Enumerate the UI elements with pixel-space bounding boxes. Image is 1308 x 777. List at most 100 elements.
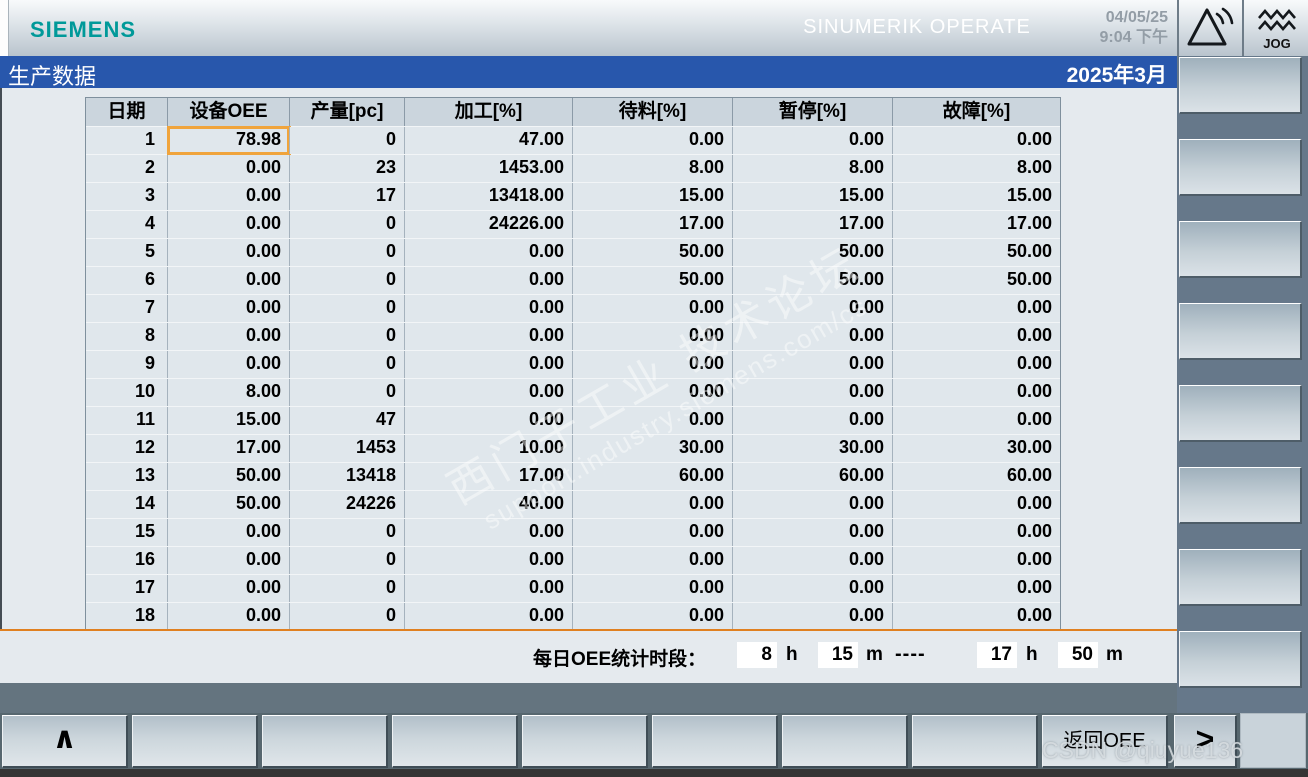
value-cell[interactable]: 0.00 [733, 379, 893, 406]
value-cell[interactable]: 1453 [290, 435, 405, 462]
value-cell[interactable]: 15.00 [168, 407, 290, 434]
value-cell[interactable]: 0.00 [168, 519, 290, 546]
to-minute-input[interactable]: 50 [1058, 642, 1098, 668]
value-cell[interactable]: 0.00 [893, 519, 1060, 546]
value-cell[interactable]: 0.00 [405, 519, 573, 546]
value-cell[interactable]: 0.00 [573, 407, 733, 434]
value-cell[interactable]: 0.00 [405, 267, 573, 294]
value-cell[interactable]: 0.00 [573, 547, 733, 574]
value-cell[interactable]: 0 [290, 323, 405, 350]
right-softkey-8[interactable] [1179, 631, 1302, 688]
value-cell[interactable]: 0.00 [733, 295, 893, 322]
right-softkey-1[interactable] [1179, 57, 1302, 114]
value-cell[interactable]: 50.00 [733, 267, 893, 294]
value-cell[interactable]: 0.00 [405, 575, 573, 602]
value-cell[interactable]: 0.00 [893, 491, 1060, 518]
value-cell[interactable]: 60.00 [573, 463, 733, 490]
value-cell[interactable]: 0.00 [893, 323, 1060, 350]
value-cell[interactable]: 0.00 [573, 379, 733, 406]
value-cell[interactable]: 0.00 [573, 575, 733, 602]
value-cell[interactable]: 0.00 [733, 127, 893, 154]
value-cell[interactable]: 0.00 [405, 351, 573, 378]
menu-extend-softkey[interactable]: > [1174, 715, 1237, 768]
value-cell[interactable]: 0.00 [733, 323, 893, 350]
value-cell[interactable]: 78.98 [168, 127, 290, 154]
value-cell[interactable]: 30.00 [733, 435, 893, 462]
value-cell[interactable]: 60.00 [893, 463, 1060, 490]
value-cell[interactable]: 0.00 [733, 575, 893, 602]
value-cell[interactable]: 30.00 [573, 435, 733, 462]
value-cell[interactable]: 0.00 [168, 547, 290, 574]
value-cell[interactable]: 8.00 [733, 155, 893, 182]
value-cell[interactable]: 50.00 [168, 491, 290, 518]
value-cell[interactable]: 0.00 [405, 379, 573, 406]
right-softkey-3[interactable] [1179, 221, 1302, 278]
value-cell[interactable]: 0.00 [573, 323, 733, 350]
value-cell[interactable]: 8.00 [573, 155, 733, 182]
value-cell[interactable]: 0.00 [405, 323, 573, 350]
value-cell[interactable]: 50.00 [573, 239, 733, 266]
value-cell[interactable]: 0.00 [168, 155, 290, 182]
value-cell[interactable]: 0.00 [168, 183, 290, 210]
value-cell[interactable]: 0.00 [168, 211, 290, 238]
value-cell[interactable]: 15.00 [893, 183, 1060, 210]
value-cell[interactable]: 0 [290, 211, 405, 238]
right-softkey-7[interactable] [1179, 549, 1302, 606]
value-cell[interactable]: 0 [290, 603, 405, 630]
value-cell[interactable]: 0.00 [168, 323, 290, 350]
value-cell[interactable]: 17 [290, 183, 405, 210]
softkey-empty-6[interactable] [782, 715, 908, 768]
value-cell[interactable]: 10.00 [405, 435, 573, 462]
from-hour-input[interactable]: 8 [737, 642, 777, 668]
value-cell[interactable]: 0 [290, 295, 405, 322]
value-cell[interactable]: 0.00 [168, 603, 290, 630]
value-cell[interactable]: 17.00 [893, 211, 1060, 238]
value-cell[interactable]: 50.00 [573, 267, 733, 294]
value-cell[interactable]: 0.00 [168, 267, 290, 294]
value-cell[interactable]: 0.00 [893, 295, 1060, 322]
value-cell[interactable]: 24226.00 [405, 211, 573, 238]
value-cell[interactable]: 0.00 [893, 351, 1060, 378]
value-cell[interactable]: 17.00 [733, 211, 893, 238]
value-cell[interactable]: 50.00 [893, 267, 1060, 294]
value-cell[interactable]: 47.00 [405, 127, 573, 154]
value-cell[interactable]: 0.00 [733, 603, 893, 630]
alarm-acknowledge-key[interactable] [1177, 0, 1242, 56]
right-softkey-5[interactable] [1179, 385, 1302, 442]
value-cell[interactable]: 17.00 [405, 463, 573, 490]
value-cell[interactable]: 8.00 [168, 379, 290, 406]
menu-back-softkey[interactable]: ∧ [2, 715, 128, 768]
value-cell[interactable]: 0.00 [573, 351, 733, 378]
value-cell[interactable]: 0 [290, 547, 405, 574]
value-cell[interactable]: 0.00 [893, 603, 1060, 630]
value-cell[interactable]: 8.00 [893, 155, 1060, 182]
value-cell[interactable]: 60.00 [733, 463, 893, 490]
value-cell[interactable]: 0 [290, 351, 405, 378]
value-cell[interactable]: 40.00 [405, 491, 573, 518]
value-cell[interactable]: 17.00 [573, 211, 733, 238]
value-cell[interactable]: 0.00 [573, 603, 733, 630]
value-cell[interactable]: 1453.00 [405, 155, 573, 182]
value-cell[interactable]: 15.00 [573, 183, 733, 210]
from-minute-input[interactable]: 15 [818, 642, 858, 668]
value-cell[interactable]: 0.00 [405, 547, 573, 574]
value-cell[interactable]: 24226 [290, 491, 405, 518]
value-cell[interactable]: 0.00 [168, 239, 290, 266]
value-cell[interactable]: 50.00 [893, 239, 1060, 266]
value-cell[interactable]: 0 [290, 575, 405, 602]
to-hour-input[interactable]: 17 [977, 642, 1017, 668]
softkey-empty-2[interactable] [262, 715, 388, 768]
value-cell[interactable]: 0 [290, 519, 405, 546]
right-softkey-2[interactable] [1179, 139, 1302, 196]
value-cell[interactable]: 15.00 [733, 183, 893, 210]
softkey-empty-3[interactable] [392, 715, 518, 768]
value-cell[interactable]: 0 [290, 239, 405, 266]
value-cell[interactable]: 0.00 [733, 547, 893, 574]
value-cell[interactable]: 0.00 [893, 407, 1060, 434]
value-cell[interactable]: 0.00 [893, 575, 1060, 602]
value-cell[interactable]: 0.00 [405, 407, 573, 434]
value-cell[interactable]: 13418.00 [405, 183, 573, 210]
value-cell[interactable]: 0.00 [573, 519, 733, 546]
value-cell[interactable]: 0.00 [405, 603, 573, 630]
value-cell[interactable]: 0.00 [893, 127, 1060, 154]
